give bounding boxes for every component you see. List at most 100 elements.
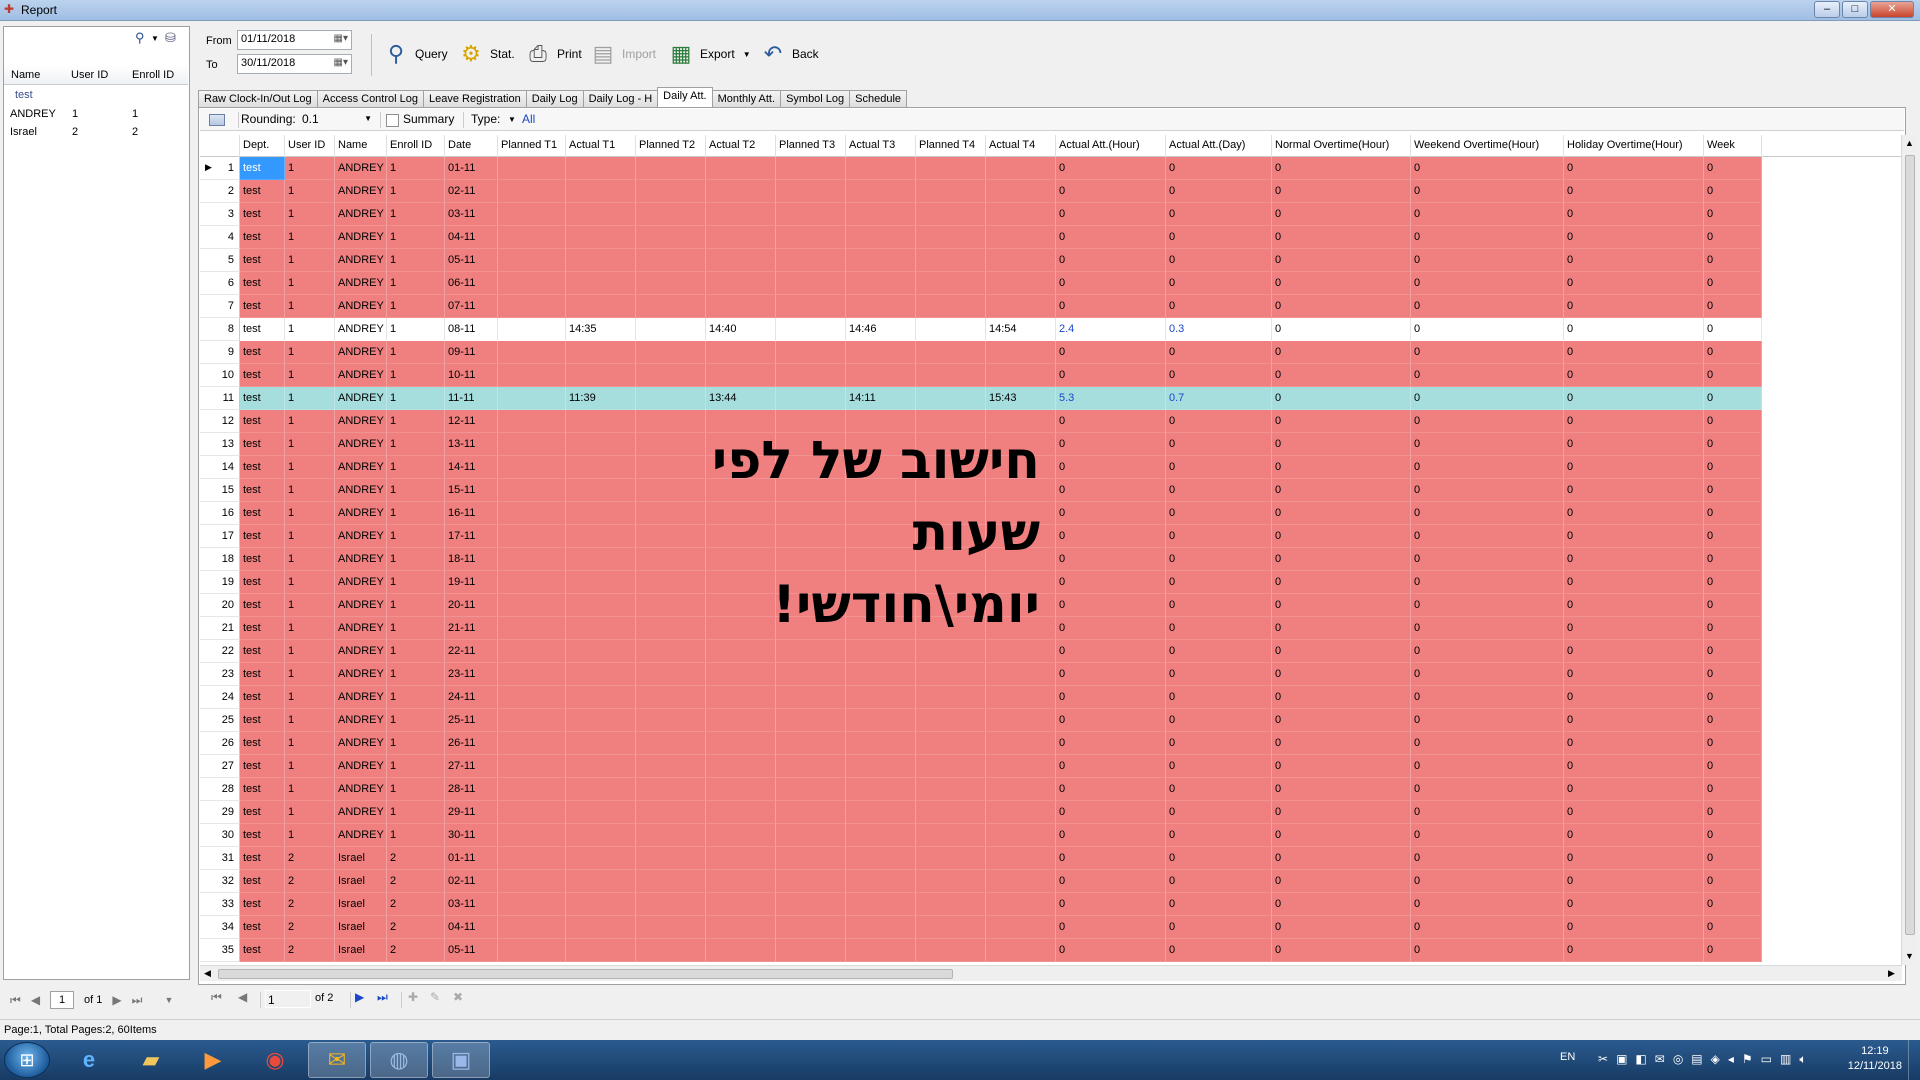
- grid-cell[interactable]: 0: [1056, 502, 1166, 525]
- grid-cell[interactable]: 1: [285, 709, 335, 732]
- grid-cell[interactable]: [776, 824, 846, 847]
- table-row[interactable]: 27 test 1 ANDREY 1 27-11 0 0 0 0 0 0: [200, 755, 1902, 778]
- grid-cell[interactable]: [636, 870, 706, 893]
- grid-cell[interactable]: Israel: [335, 893, 387, 916]
- grid-cell[interactable]: 0: [1704, 939, 1762, 962]
- grid-cell[interactable]: 2: [285, 939, 335, 962]
- grid-cell[interactable]: [566, 663, 636, 686]
- grid-cell[interactable]: 0: [1056, 778, 1166, 801]
- grid-cell[interactable]: 0: [1411, 732, 1564, 755]
- grid-cell[interactable]: [706, 663, 776, 686]
- grid-cell[interactable]: 1: [285, 272, 335, 295]
- grid-cell[interactable]: 0: [1272, 571, 1411, 594]
- start-button[interactable]: ⊞: [4, 1042, 50, 1078]
- grid-cell[interactable]: ANDREY: [335, 410, 387, 433]
- grid-cell[interactable]: 1: [387, 732, 445, 755]
- grid-cell[interactable]: [776, 295, 846, 318]
- row-header[interactable]: 25: [200, 709, 240, 732]
- grid-cell[interactable]: 1: [285, 295, 335, 318]
- table-row[interactable]: 7 test 1 ANDREY 1 07-11 0 0 0 0 0 0: [200, 295, 1902, 318]
- grid-cell[interactable]: [566, 640, 636, 663]
- grid-cell[interactable]: ANDREY: [335, 272, 387, 295]
- grid-cell[interactable]: [498, 456, 566, 479]
- grid-cell[interactable]: 0: [1411, 456, 1564, 479]
- grid-cell[interactable]: [498, 732, 566, 755]
- grid-cell[interactable]: 0: [1704, 755, 1762, 778]
- grid-cell[interactable]: test: [240, 341, 285, 364]
- grid-cell[interactable]: [846, 249, 916, 272]
- table-row[interactable]: 30 test 1 ANDREY 1 30-11 0 0 0 0 0 0: [200, 824, 1902, 847]
- tab-daily-att[interactable]: Daily Att.: [657, 87, 713, 108]
- grid-cell[interactable]: 0: [1166, 249, 1272, 272]
- grid-cell[interactable]: [498, 180, 566, 203]
- grid-cell[interactable]: [986, 755, 1056, 778]
- grid-cell[interactable]: [636, 157, 706, 180]
- grid-cell[interactable]: [498, 479, 566, 502]
- grid-cell[interactable]: [846, 801, 916, 824]
- grid-cell[interactable]: ANDREY: [335, 548, 387, 571]
- grid-cell[interactable]: 0: [1166, 755, 1272, 778]
- grid-cell[interactable]: 0: [1564, 939, 1704, 962]
- grid-cell[interactable]: [636, 203, 706, 226]
- grid-cell[interactable]: test: [240, 203, 285, 226]
- grid-cell[interactable]: [636, 916, 706, 939]
- grid-cell[interactable]: 0: [1411, 525, 1564, 548]
- show-desktop-button[interactable]: [1908, 1040, 1920, 1080]
- export-button[interactable]: ▦ Export ▼: [666, 38, 751, 70]
- tray-outlook-icon[interactable]: ✉: [1655, 1052, 1665, 1067]
- tab-daily-log-h[interactable]: Daily Log - H: [582, 90, 659, 108]
- tab-monthly-att[interactable]: Monthly Att.: [711, 90, 782, 108]
- grid-cell[interactable]: [498, 939, 566, 962]
- grid-cell[interactable]: [498, 893, 566, 916]
- grid-cell[interactable]: 0: [1704, 525, 1762, 548]
- grid-cell[interactable]: [986, 870, 1056, 893]
- grid-cell[interactable]: 29-11: [445, 801, 498, 824]
- grid-cell[interactable]: [498, 916, 566, 939]
- grid-cell[interactable]: test: [240, 916, 285, 939]
- grid-cell[interactable]: [498, 594, 566, 617]
- grid-cell[interactable]: [846, 778, 916, 801]
- grid-cell[interactable]: 0: [1564, 847, 1704, 870]
- tab-leave-registration[interactable]: Leave Registration: [423, 90, 527, 108]
- grid-cell[interactable]: 0: [1056, 433, 1166, 456]
- grid-cell[interactable]: 1: [285, 525, 335, 548]
- grid-cell[interactable]: [986, 364, 1056, 387]
- grid-cell[interactable]: 1: [285, 755, 335, 778]
- grid-cell[interactable]: ANDREY: [335, 778, 387, 801]
- grid-cell[interactable]: 0: [1564, 525, 1704, 548]
- grid-cell[interactable]: 0: [1272, 732, 1411, 755]
- grid-cell[interactable]: [986, 272, 1056, 295]
- grid-cell[interactable]: 0: [1166, 617, 1272, 640]
- grid-cell[interactable]: [706, 272, 776, 295]
- grid-cell[interactable]: [636, 226, 706, 249]
- grid-cell[interactable]: 0: [1272, 686, 1411, 709]
- grid-cell[interactable]: 0: [1411, 778, 1564, 801]
- grid-cell[interactable]: 0: [1056, 893, 1166, 916]
- grid-cell[interactable]: 0: [1704, 893, 1762, 916]
- grid-cell[interactable]: [776, 939, 846, 962]
- grid-cell[interactable]: 1: [285, 318, 335, 341]
- grid-cell[interactable]: 1: [387, 594, 445, 617]
- grid-cell[interactable]: [566, 778, 636, 801]
- grid-cell[interactable]: 0: [1704, 249, 1762, 272]
- grid-cell[interactable]: [566, 709, 636, 732]
- grid-cell[interactable]: [846, 824, 916, 847]
- grid-cell[interactable]: 1: [285, 663, 335, 686]
- filter-icon[interactable]: ⛁: [165, 30, 181, 46]
- table-row[interactable]: 14 test 1 ANDREY 1 14-11 0 0 0 0 0 0: [200, 456, 1902, 479]
- row-header[interactable]: 21: [200, 617, 240, 640]
- grid-cell[interactable]: 0: [1564, 617, 1704, 640]
- grid-cell[interactable]: ANDREY: [335, 157, 387, 180]
- maximize-button[interactable]: □: [1842, 1, 1868, 18]
- grid-cell[interactable]: 0: [1704, 364, 1762, 387]
- grid-cell[interactable]: [776, 318, 846, 341]
- grid-cell[interactable]: 0: [1166, 594, 1272, 617]
- grid-cell[interactable]: [498, 801, 566, 824]
- grid-cell[interactable]: 0.3: [1166, 318, 1272, 341]
- grid-cell[interactable]: [566, 916, 636, 939]
- grid-cell[interactable]: 1: [285, 571, 335, 594]
- grid-cell[interactable]: 0: [1166, 824, 1272, 847]
- grid-cell[interactable]: 0: [1411, 341, 1564, 364]
- grid-cell[interactable]: 0: [1564, 548, 1704, 571]
- row-header[interactable]: 3: [200, 203, 240, 226]
